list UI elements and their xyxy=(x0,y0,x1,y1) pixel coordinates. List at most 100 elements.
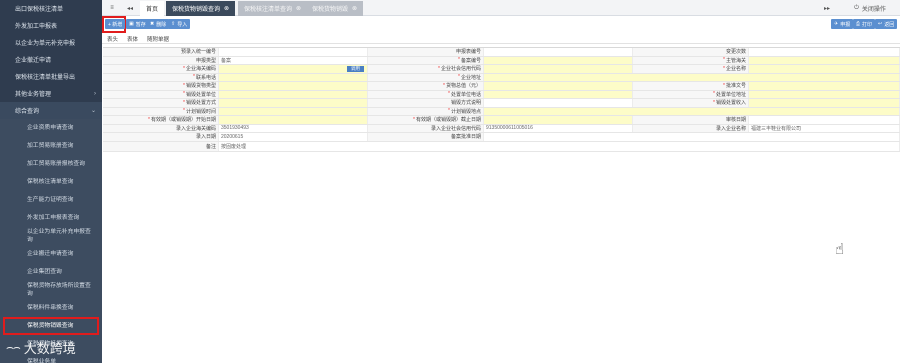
close-icon[interactable]: ⊗ xyxy=(296,5,301,12)
sidebar-item-export-bonded-list[interactable]: 出口保税核注清单 xyxy=(0,0,102,17)
required-mark: * xyxy=(723,82,725,89)
sidebar-subitem-destruction-query[interactable]: 保税货物销毁查询 xyxy=(3,317,99,335)
required-mark: * xyxy=(183,91,185,98)
disposal-unit-address-field[interactable] xyxy=(749,90,900,98)
close-operations-label: 关闭操作 xyxy=(861,6,886,13)
sidebar-item-general-query[interactable]: 综合查询 ⌄ xyxy=(0,102,102,119)
field-label-text: 主管海关 xyxy=(725,57,746,64)
sidebar-subitem-outsourcing-query[interactable]: 外发加工申报表查询 xyxy=(0,209,102,227)
import-button[interactable]: ⇪ 导入 xyxy=(168,19,191,29)
send-icon: ✈ xyxy=(834,21,839,27)
disposal-unit-field[interactable] xyxy=(219,90,368,98)
pre-entry-number-field[interactable] xyxy=(219,48,368,56)
sidebar-subitem-capacity-proof-query[interactable]: 生产能力证明查询 xyxy=(0,191,102,209)
field-label-required: * 处置单位地址 xyxy=(633,90,749,98)
enterprise-name-field[interactable] xyxy=(749,65,900,73)
required-mark: * xyxy=(448,108,450,115)
tab-scroll-right-icon[interactable]: ▸▸ xyxy=(819,0,835,16)
tab-scroll-left-icon[interactable]: ◂◂ xyxy=(122,0,138,16)
tab-label: 保税货物销毁 xyxy=(312,7,349,13)
field-label-text: 计划销毁地点 xyxy=(450,108,481,115)
sidebar-item-other-business[interactable]: 其他业务管理 › xyxy=(0,85,102,102)
save-button[interactable]: ▣ 暂存 xyxy=(126,19,149,29)
goods-value-field[interactable] xyxy=(484,82,633,90)
sidebar-subitem-group-query[interactable]: 企业集团查询 xyxy=(0,263,102,281)
sidebar-subitem-qualification-query[interactable]: 企业资质申请查询 xyxy=(0,119,102,137)
required-mark: * xyxy=(193,74,195,81)
review-date-field[interactable] xyxy=(749,116,900,124)
sidebar-subitem-storage-site-query[interactable]: 保税货物存放场所设置查询 xyxy=(0,281,102,299)
customs-office-field[interactable] xyxy=(749,56,900,64)
form-row: 录入企业海关编码 3501930493 录入企业社会信用代码 913500006… xyxy=(103,124,900,133)
tab-header[interactable]: 表头 xyxy=(107,33,118,44)
field-label-text: 企业名称 xyxy=(725,66,746,73)
method-description-field[interactable] xyxy=(484,99,633,107)
entry-enterprise-name-field[interactable]: 福建三丰鞋业有限公司 xyxy=(749,124,900,132)
field-label-text: 有效期（或销毁期）截止日期 xyxy=(415,117,481,124)
valid-start-date-field[interactable] xyxy=(219,116,368,124)
tab-body[interactable]: 表体 xyxy=(127,33,138,44)
field-label-required: * 批准文号 xyxy=(633,82,749,90)
sidebar-item-bonded-list-export[interactable]: 保税核注清单批量导出 xyxy=(0,68,102,85)
sidebar-item-enterprise-relocation[interactable]: 企业撤迁申请 xyxy=(0,51,102,68)
tab-bonded-list-query[interactable]: 保税核注清单查询 ⊗ xyxy=(238,1,308,16)
sidebar-subitem-account-query[interactable]: 加工贸易账册查询 xyxy=(0,137,102,155)
required-mark: * xyxy=(448,91,450,98)
sidebar-subitem-account-verify-query[interactable]: 加工贸易账册报核查询 xyxy=(0,155,102,173)
sidebar: 出口保税核注清单 外发加工申报表 以企业为单元补充申报 企业撤迁申请 保税核注清… xyxy=(0,0,102,363)
new-button[interactable]: + 新增 xyxy=(105,19,126,29)
field-label-required: * 联系电话 xyxy=(103,73,219,81)
sidebar-item-outsourcing-form[interactable]: 外发加工申报表 xyxy=(0,17,102,34)
entry-date-field[interactable]: 20200615 xyxy=(219,133,368,141)
field-label-required: * 有效期（或销毁期）开始日期 xyxy=(103,116,219,124)
disposal-unit-phone-field[interactable] xyxy=(484,90,633,98)
tab-attachments[interactable]: 随附单据 xyxy=(147,33,169,44)
remarks-field[interactable]: 按固废处理 xyxy=(219,141,900,151)
form-row: * 销毁处置方式 销毁方式说明 * 销毁处置收入 xyxy=(103,99,900,108)
close-operations-button[interactable]: ⏻ 关闭操作 xyxy=(842,0,898,16)
declare-button[interactable]: ✈ 申报 xyxy=(831,19,854,29)
planned-time-field[interactable] xyxy=(219,107,368,115)
entry-enterprise-code-field[interactable]: 3501930493 xyxy=(219,124,368,132)
print-button[interactable]: ⎙ 打印 xyxy=(853,19,876,29)
enterprise-customs-code-field[interactable]: 调用 xyxy=(219,65,368,73)
field-label-required: * 处置单位电话 xyxy=(368,90,484,98)
record-number-field[interactable] xyxy=(484,56,633,64)
planned-location-field[interactable] xyxy=(484,107,900,115)
sidebar-item-label: 以企业为单元补充申报 xyxy=(15,41,76,47)
sidebar-subitem-bonded-list-query[interactable]: 保税核注清单查询 xyxy=(0,173,102,191)
menu-toggle-icon[interactable]: ≡ xyxy=(104,0,120,16)
declaration-type-field[interactable]: 备案 xyxy=(219,56,368,64)
delete-button[interactable]: ✖ 删除 xyxy=(147,19,170,29)
sidebar-subitem-supplement-query[interactable]: 以企业为单元补充申报查询 xyxy=(0,227,102,245)
valid-end-date-field[interactable] xyxy=(484,116,633,124)
disposal-method-field[interactable] xyxy=(219,99,368,107)
close-icon[interactable]: ⊗ xyxy=(224,5,229,12)
close-icon[interactable]: ⊗ xyxy=(352,5,357,12)
field-label: 预录入统一编号 xyxy=(103,48,219,56)
field-label: 备注 xyxy=(103,141,219,151)
tab-destruction-query[interactable]: 保税货物销毁查询 ⊗ xyxy=(166,1,236,16)
contact-phone-field[interactable] xyxy=(219,73,368,81)
goods-type-field[interactable] xyxy=(219,82,368,90)
form-row: * 有效期（或销毁期）开始日期 * 有效期（或销毁期）截止日期 审核日期 xyxy=(103,116,900,125)
approval-number-field[interactable] xyxy=(749,82,900,90)
disposal-income-field[interactable] xyxy=(749,99,900,107)
field-label-text: 联系电话 xyxy=(195,74,216,81)
field-label: 变更次数 xyxy=(633,48,749,56)
record-approval-date-field[interactable] xyxy=(484,133,900,141)
lookup-button[interactable]: 调用 xyxy=(347,65,364,72)
back-button[interactable]: ↩ 返回 xyxy=(875,19,898,29)
chevron-down-icon: ⌄ xyxy=(90,108,96,114)
enterprise-address-field[interactable] xyxy=(484,73,900,81)
sidebar-subitem-relocation-query[interactable]: 企业搬迁申请查询 xyxy=(0,245,102,263)
entry-enterprise-credit-code-field[interactable]: 91350000611005016 xyxy=(484,124,633,132)
tab-destruction[interactable]: 保税货物销毁 ⊗ xyxy=(306,1,364,16)
sidebar-item-enterprise-supplement[interactable]: 以企业为单元补充申报 xyxy=(0,34,102,51)
required-mark: * xyxy=(183,108,185,115)
tab-home[interactable]: 首页 xyxy=(140,1,165,16)
sidebar-subitem-material-swap-query[interactable]: 保税料件串换查询 xyxy=(0,299,102,317)
enterprise-credit-code-field[interactable] xyxy=(484,65,633,73)
declaration-number-field[interactable] xyxy=(484,48,633,56)
change-count-field[interactable] xyxy=(749,48,900,56)
